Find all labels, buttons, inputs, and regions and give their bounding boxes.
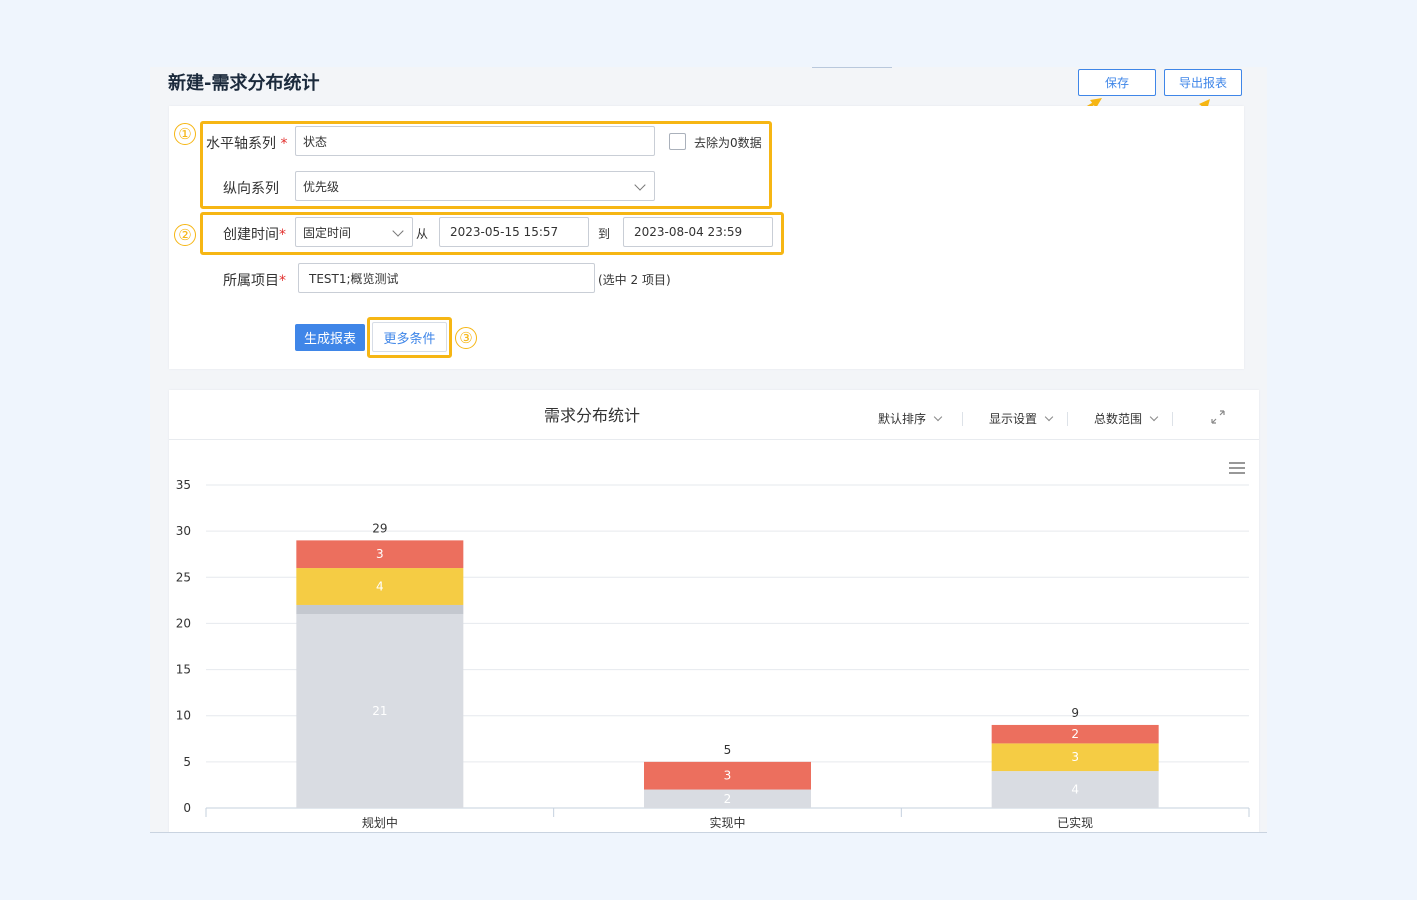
segment-label: 3 [1071, 750, 1079, 764]
segment-label: 3 [724, 769, 732, 783]
more-conditions-button[interactable]: 更多条件 [372, 322, 447, 352]
y-tick-label: 20 [176, 616, 191, 630]
horizontal-axis-label: 水平轴系列 * [206, 136, 288, 152]
y-tick-label: 30 [176, 524, 191, 538]
to-label: 到 [598, 227, 611, 241]
annotation-one: ① [174, 123, 196, 145]
x-category-label: 已实现 [1057, 815, 1093, 830]
y-tick-label: 0 [183, 801, 191, 815]
chevron-down-icon [634, 179, 646, 191]
segment-label: 2 [724, 792, 732, 806]
chevron-down-icon [392, 225, 404, 237]
top-divider [812, 67, 892, 68]
bar-segment [296, 604, 464, 615]
chart-panel: 需求分布统计 默认排序 显示设置 总数范围 0 5 10 15 20 25 30 35 21 4 3… [169, 390, 1259, 832]
project-label: 所属项目* [223, 273, 286, 289]
vertical-series-select[interactable]: 优先级 [295, 171, 655, 201]
save-button[interactable]: 保存 [1078, 69, 1156, 96]
time-mode-value: 固定时间 [303, 225, 352, 240]
vertical-series-label: 纵向系列 [223, 181, 279, 197]
from-label: 从 [416, 227, 429, 241]
y-tick-label: 35 [176, 478, 191, 492]
remove-zero-checkbox[interactable] [669, 133, 686, 150]
y-tick-label: 25 [176, 570, 191, 584]
filter-form: ① 水平轴系列 * 状态 去除为0数据 纵向系列 优先级 ② 创建时间* 固定时… [169, 106, 1244, 369]
y-tick-label: 5 [183, 755, 191, 769]
stacked-bar-chart: 05101520253035214329规划中235实现中4329已实现 [176, 478, 1250, 830]
annotation-three: ③ [455, 327, 477, 349]
generate-report-button[interactable]: 生成报表 [295, 324, 365, 351]
bar-total-label: 5 [724, 743, 732, 757]
start-date-input[interactable]: 2023-05-15 15:57 [439, 217, 589, 247]
end-date-input[interactable]: 2023-08-04 23:59 [623, 217, 773, 247]
y-tick-label: 10 [176, 709, 191, 723]
annotation-two: ② [174, 224, 196, 246]
segment-label: 21 [372, 704, 387, 718]
report-window: 新建-需求分布统计 保存 导出报表 ⑤ ④ ① 水平轴系列 * 状态 去除为0数… [150, 67, 1267, 833]
export-report-button[interactable]: 导出报表 [1164, 69, 1242, 96]
segment-label: 4 [376, 580, 384, 594]
page-title: 新建-需求分布统计 [168, 73, 320, 94]
vertical-series-value: 优先级 [303, 179, 340, 194]
project-input[interactable]: TEST1;概览测试 [298, 263, 595, 293]
y-tick-label: 15 [176, 663, 191, 677]
time-mode-select[interactable]: 固定时间 [295, 217, 413, 247]
bar-total-label: 9 [1071, 706, 1079, 720]
project-count: (选中 2 项目) [598, 273, 671, 287]
remove-zero-label: 去除为0数据 [694, 136, 762, 150]
segment-label: 3 [376, 547, 384, 561]
x-category-label: 规划中 [362, 815, 398, 830]
horizontal-axis-input[interactable]: 状态 [295, 126, 655, 156]
segment-label: 2 [1071, 727, 1079, 741]
x-category-label: 实现中 [709, 815, 745, 830]
segment-label: 4 [1071, 783, 1079, 797]
created-time-label: 创建时间* [223, 227, 286, 243]
bar-total-label: 29 [372, 521, 387, 535]
